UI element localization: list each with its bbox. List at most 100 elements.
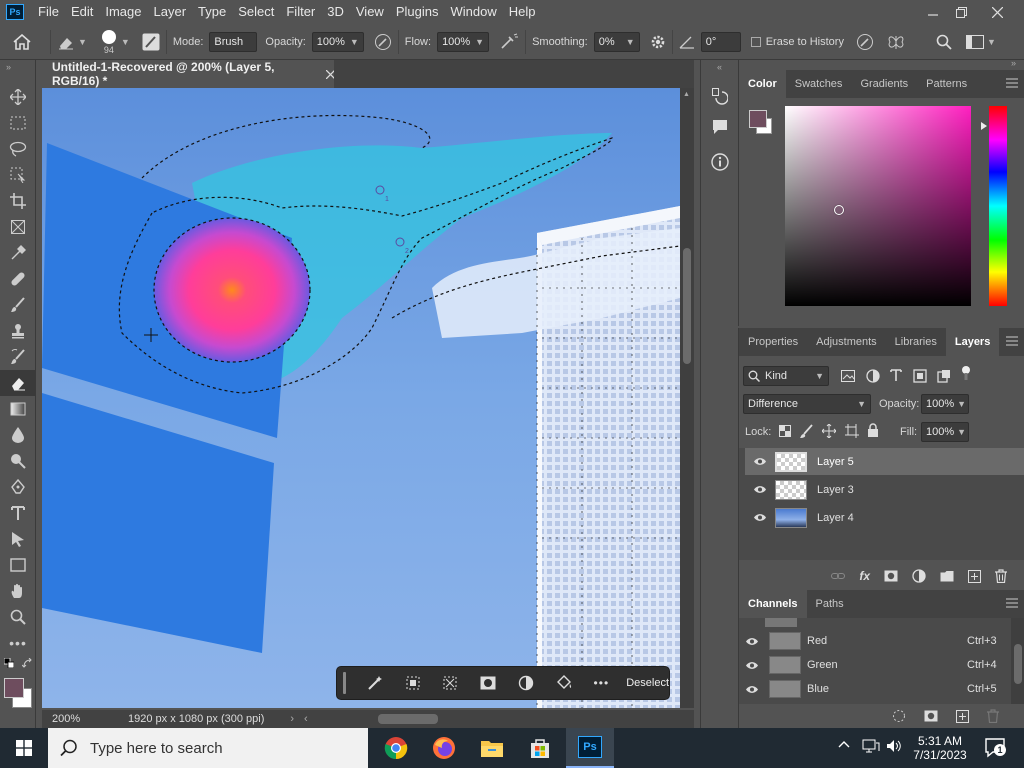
taskbar-chrome[interactable] [372,728,420,768]
task-bar-grip[interactable] [343,672,346,694]
adjustment-layer-button[interactable] [507,666,545,700]
collapse-panels-button[interactable]: « [701,60,738,82]
filter-type-layers-icon[interactable] [890,369,902,382]
new-layer-icon[interactable] [968,569,981,583]
eye-icon[interactable] [745,661,759,670]
status-menu-chevron-icon[interactable]: › [290,713,294,725]
opacity-input[interactable]: 100% ▼ [311,31,364,52]
fill-input[interactable]: 100% ▼ [921,422,969,442]
fill-selection-button[interactable] [545,666,583,700]
vertical-scroll-thumb[interactable] [683,248,691,364]
zoom-level[interactable]: 200% [52,713,128,725]
eye-icon[interactable] [745,637,759,646]
eraser-tool[interactable] [0,370,36,396]
layer-opacity-input[interactable]: 100% ▼ [921,394,969,414]
default-colors-icon[interactable] [4,658,14,668]
menu-image[interactable]: Image [99,0,147,24]
layer-row-layer-3[interactable]: Layer 3 [745,476,1024,504]
restore-button[interactable] [944,0,978,24]
history-brush-tool[interactable] [0,344,36,370]
home-button[interactable] [0,33,44,50]
dodge-tool[interactable] [0,448,36,474]
tab-libraries[interactable]: Libraries [886,328,946,356]
clone-stamp-tool[interactable] [0,318,36,344]
create-mask-button[interactable] [469,666,507,700]
channel-row-red[interactable]: Red Ctrl+3 [745,629,1011,653]
pen-tool[interactable] [0,474,36,500]
foreground-color-swatch[interactable] [4,678,24,698]
more-options-button[interactable]: ••• [582,666,620,700]
start-button[interactable] [0,728,48,768]
smoothing-settings-button[interactable] [650,34,666,50]
new-group-folder-icon[interactable] [940,570,954,582]
layer-visibility-toggle[interactable] [745,513,775,522]
menu-layer[interactable]: Layer [148,0,193,24]
load-channel-as-selection-icon[interactable] [892,709,906,723]
taskbar-search-box[interactable]: Type here to search [48,728,368,768]
blend-mode-dropdown[interactable]: Difference ▼ [743,394,871,414]
tab-color[interactable]: Color [739,70,786,98]
tab-paths[interactable]: Paths [807,590,853,618]
brush-tool[interactable] [0,292,36,318]
blur-tool[interactable] [0,422,36,448]
eyedropper-tool[interactable] [0,240,36,266]
panel-menu-icon[interactable] [1006,78,1018,88]
comments-panel-button[interactable] [701,112,738,142]
menu-plugins[interactable]: Plugins [390,0,445,24]
scroll-left-icon[interactable]: ‹ [304,713,308,725]
menu-file[interactable]: File [32,0,65,24]
swap-colors-icon[interactable] [22,658,34,670]
hue-slider-handle[interactable] [981,122,987,130]
history-panel-button[interactable] [701,82,738,112]
menu-filter[interactable]: Filter [280,0,321,24]
menu-edit[interactable]: Edit [65,0,99,24]
filter-smart-object-icon[interactable] [937,369,951,383]
healing-brush-tool[interactable] [0,266,36,292]
type-tool[interactable] [0,500,36,526]
chevron-down-icon[interactable]: ▼ [121,37,130,47]
taskbar-photoshop[interactable]: Ps [566,728,614,768]
mode-dropdown[interactable]: Brush [209,31,258,52]
taskbar-microsoft-store[interactable] [516,728,564,768]
filter-toggle-icon[interactable] [961,366,971,380]
saturation-brightness-field[interactable] [785,106,971,306]
path-selection-tool[interactable] [0,526,36,552]
frame-tool[interactable] [0,214,36,240]
lock-position-icon[interactable] [822,424,836,438]
tab-channels[interactable]: Channels [739,590,807,618]
layer-visibility-toggle[interactable] [745,457,775,466]
hue-slider[interactable] [989,106,1007,306]
horizontal-scroll-thumb[interactable] [377,714,438,724]
network-status[interactable] [862,739,880,753]
brush-angle-input[interactable]: 0° [700,31,741,52]
lock-artboard-icon[interactable] [845,424,859,438]
document-canvas[interactable]: 1 2 [42,88,680,708]
channel-row-green[interactable]: Green Ctrl+4 [745,653,1011,677]
menu-help[interactable]: Help [503,0,542,24]
search-button[interactable] [936,34,952,50]
pressure-size-button[interactable] [856,33,874,51]
notification-center-button[interactable]: 1 [984,736,1006,758]
tab-layers[interactable]: Layers [945,328,1000,356]
pressure-opacity-button[interactable] [374,33,392,51]
new-channel-icon[interactable] [956,709,969,723]
zoom-tool[interactable] [0,604,36,630]
tab-properties[interactable]: Properties [739,328,807,356]
eye-icon[interactable] [745,685,759,694]
add-mask-icon[interactable] [884,570,898,582]
flow-input[interactable]: 100% ▼ [437,31,490,52]
filter-shape-layers-icon[interactable] [913,369,927,383]
brush-preset-picker[interactable]: 94 [101,29,117,55]
tab-swatches[interactable]: Swatches [786,70,852,98]
edit-toolbar-button[interactable]: ••• [0,630,36,656]
modify-selection-button[interactable] [431,666,469,700]
trash-icon[interactable] [987,709,999,723]
marquee-tool[interactable] [0,110,36,136]
lock-image-pixels-icon[interactable] [800,424,814,438]
filter-pixel-layers-icon[interactable] [841,370,855,382]
gradient-tool[interactable] [0,396,36,422]
taskbar-firefox[interactable] [420,728,468,768]
scroll-up-icon[interactable]: ▲ [683,91,691,98]
info-panel-button[interactable] [701,142,738,182]
layer-row-layer-4[interactable]: Layer 4 [745,504,1024,532]
